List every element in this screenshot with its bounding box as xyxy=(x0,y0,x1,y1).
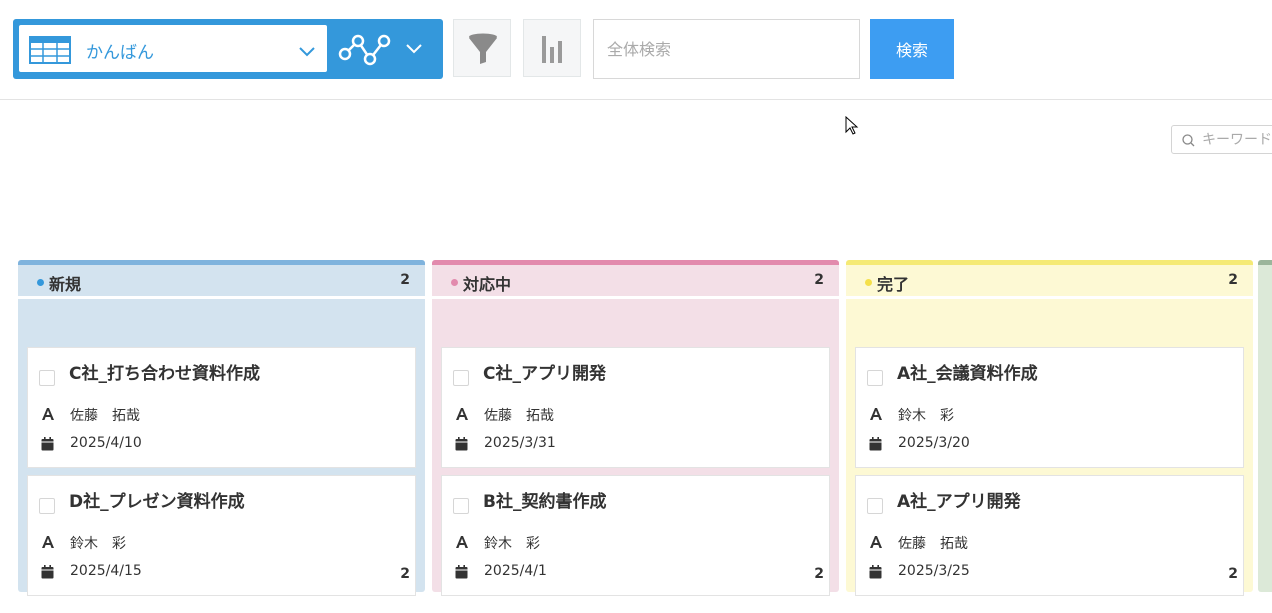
card-user: 鈴木 彩 xyxy=(484,536,540,552)
kanban-card[interactable]: C社_アプリ開発 佐藤 拓哉 2025/3/31 xyxy=(441,347,830,468)
column-body: C社_打ち合わせ資料作成 佐藤 拓哉 2025/4/10 D社_プレゼン資料作成… xyxy=(18,299,425,596)
card-date: 2025/4/10 xyxy=(70,435,142,451)
mouse-cursor-icon xyxy=(845,115,859,140)
card-date: 2025/3/31 xyxy=(484,435,556,451)
column-header[interactable]: 対応中 2 xyxy=(432,260,839,296)
user-icon xyxy=(869,535,883,553)
kanban-card[interactable]: C社_打ち合わせ資料作成 佐藤 拓哉 2025/4/10 xyxy=(27,347,416,468)
kanban-card[interactable]: B社_契約書作成 鈴木 彩 2025/4/1 xyxy=(441,475,830,596)
column-count: 2 xyxy=(400,272,410,288)
card-title: D社_プレゼン資料作成 xyxy=(69,492,245,512)
filter-button[interactable] xyxy=(453,19,511,77)
table-icon xyxy=(29,36,71,68)
graph-menu-chevron-icon[interactable] xyxy=(405,39,423,58)
card-title: C社_打ち合わせ資料作成 xyxy=(69,364,260,384)
calendar-icon xyxy=(455,565,468,583)
card-checkbox[interactable] xyxy=(39,370,55,386)
kanban-column-in-progress: 対応中 2 C社_アプリ開発 佐藤 拓哉 2025/3/31 B社_契約書作成 … xyxy=(432,260,839,596)
status-dot xyxy=(451,279,458,286)
keyword-search xyxy=(1171,125,1272,154)
card-date: 2025/4/1 xyxy=(484,563,547,579)
view-name: かんばん xyxy=(86,43,154,63)
card-user: 鈴木 彩 xyxy=(70,536,126,552)
calendar-icon xyxy=(869,437,882,455)
calendar-icon xyxy=(41,437,54,455)
kanban-card[interactable]: A社_会議資料作成 鈴木 彩 2025/3/20 xyxy=(855,347,1244,468)
column-footer-count: 2 xyxy=(814,566,824,582)
card-date: 2025/4/15 xyxy=(70,563,142,579)
card-date: 2025/3/25 xyxy=(898,563,970,579)
column-title: 完了 xyxy=(877,275,910,294)
column-footer-count: 2 xyxy=(1228,566,1238,582)
column-header[interactable]: 新規 2 xyxy=(18,260,425,296)
column-count: 2 xyxy=(814,272,824,288)
calendar-icon xyxy=(455,437,468,455)
column-header[interactable]: 完了 2 xyxy=(846,260,1253,296)
view-selector: かんばん xyxy=(13,19,443,79)
global-search-input[interactable] xyxy=(593,19,860,79)
column-title: 新規 xyxy=(49,275,82,294)
card-title: A社_会議資料作成 xyxy=(897,364,1038,384)
graph-view-button[interactable] xyxy=(336,27,394,71)
chevron-down-icon xyxy=(298,42,316,61)
calendar-icon xyxy=(41,565,54,583)
card-user: 鈴木 彩 xyxy=(898,408,954,424)
view-select-dropdown[interactable]: かんばん xyxy=(19,25,327,72)
calendar-icon xyxy=(869,565,882,583)
kanban-column-new: 新規 2 C社_打ち合わせ資料作成 佐藤 拓哉 2025/4/10 D社_プレゼ… xyxy=(18,260,425,596)
column-title: 対応中 xyxy=(463,275,512,294)
keyword-search-input[interactable] xyxy=(1202,129,1272,150)
card-checkbox[interactable] xyxy=(39,498,55,514)
user-icon xyxy=(41,407,55,425)
card-user: 佐藤 拓哉 xyxy=(70,408,140,424)
card-title: C社_アプリ開発 xyxy=(483,364,606,384)
kanban-card[interactable]: D社_プレゼン資料作成 鈴木 彩 2025/4/15 xyxy=(27,475,416,596)
line-graph-icon xyxy=(336,34,394,75)
user-icon xyxy=(455,535,469,553)
card-checkbox[interactable] xyxy=(453,370,469,386)
column-body: A社_会議資料作成 鈴木 彩 2025/3/20 A社_アプリ開発 佐藤 拓哉 … xyxy=(846,299,1253,596)
search-button[interactable]: 検索 xyxy=(870,19,954,79)
kanban-column-next-partial xyxy=(1258,260,1272,592)
user-icon xyxy=(455,407,469,425)
column-count: 2 xyxy=(1228,272,1238,288)
status-dot xyxy=(865,279,872,286)
kanban-card[interactable]: A社_アプリ開発 佐藤 拓哉 2025/3/25 xyxy=(855,475,1244,596)
user-icon xyxy=(869,407,883,425)
column-footer-count: 2 xyxy=(400,566,410,582)
user-icon xyxy=(41,535,55,553)
card-checkbox[interactable] xyxy=(867,498,883,514)
toolbar: かんばん 全体検索 検索 xyxy=(0,0,1272,100)
graph-button[interactable] xyxy=(523,19,581,77)
card-date: 2025/3/20 xyxy=(898,435,970,451)
kanban-column-done: 完了 2 A社_会議資料作成 鈴木 彩 2025/3/20 A社_アプリ開発 佐… xyxy=(846,260,1253,596)
card-user: 佐藤 拓哉 xyxy=(898,536,968,552)
status-dot xyxy=(37,279,44,286)
card-checkbox[interactable] xyxy=(867,370,883,386)
column-body: C社_アプリ開発 佐藤 拓哉 2025/3/31 B社_契約書作成 鈴木 彩 2… xyxy=(432,299,839,596)
card-title: B社_契約書作成 xyxy=(483,492,607,512)
card-title: A社_アプリ開発 xyxy=(897,492,1021,512)
card-checkbox[interactable] xyxy=(453,498,469,514)
card-user: 佐藤 拓哉 xyxy=(484,408,554,424)
